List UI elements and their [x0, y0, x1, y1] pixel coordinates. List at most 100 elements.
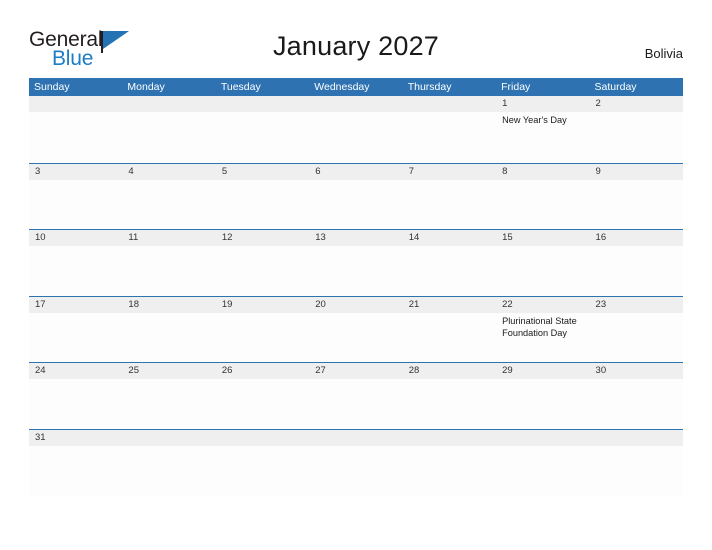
day-number-31[interactable]: 31 — [29, 430, 122, 446]
day-number-16[interactable]: 16 — [590, 230, 683, 246]
day-cell-empty — [403, 246, 496, 296]
day-cell-empty — [29, 180, 122, 230]
day-cell-empty — [216, 246, 309, 296]
day-number-empty — [309, 430, 402, 446]
day-cell-empty — [403, 180, 496, 230]
day-cell-empty — [216, 446, 309, 496]
day-cell-empty — [403, 379, 496, 429]
day-number-19[interactable]: 19 — [216, 297, 309, 313]
day-cell-empty — [122, 379, 215, 429]
calendar-week-row: 24 25 26 27 28 29 30 — [29, 362, 683, 429]
day-number-21[interactable]: 21 — [403, 297, 496, 313]
calendar-week-row: 1 2 New Year's Day — [29, 96, 683, 163]
calendar-week-row: 3456789 — [29, 162, 683, 230]
day-number-empty — [496, 430, 589, 446]
day-number-5[interactable]: 5 — [216, 164, 309, 180]
day-number-20[interactable]: 20 — [309, 297, 402, 313]
day-number-2[interactable]: 2 — [590, 96, 683, 112]
day-cell-empty — [590, 379, 683, 429]
day-number-15[interactable]: 15 — [496, 230, 589, 246]
week-day-number-band: 3456789 — [29, 163, 683, 180]
day-number-empty — [122, 430, 215, 446]
day-number-23[interactable]: 23 — [590, 297, 683, 313]
day-cell-empty — [216, 180, 309, 230]
day-cell-empty — [590, 180, 683, 230]
calendar-grid: Sunday Monday Tuesday Wednesday Thursday Frid… — [29, 78, 683, 496]
day-number-3[interactable]: 3 — [29, 164, 122, 180]
day-number-7[interactable]: 7 — [403, 164, 496, 180]
week-event-band: New Year's Day — [29, 112, 683, 162]
day-number-10[interactable]: 10 — [29, 230, 122, 246]
day-number-27[interactable]: 27 — [309, 363, 402, 379]
day-cell-empty — [403, 112, 496, 162]
weekday-header-friday: Friday — [501, 81, 531, 93]
week-event-band — [29, 446, 683, 496]
day-cell-empty — [309, 446, 402, 496]
page-title: January 2027 — [272, 31, 440, 61]
day-number-6[interactable]: 6 — [309, 164, 402, 180]
week-event-band — [29, 180, 683, 230]
day-cell-empty — [122, 313, 215, 363]
day-number-17[interactable]: 17 — [29, 297, 122, 313]
calendar-week-row: 17 18 19 20 21 22 23 Plurinational State Founda… — [29, 295, 683, 363]
day-cell-empty — [216, 379, 309, 429]
day-cell-empty — [309, 180, 402, 230]
page-header: General Blue January 2027 Bolivia — [0, 0, 712, 76]
day-number-11[interactable]: 11 — [122, 230, 215, 246]
calendar-page: General Blue January 2027 Bolivia Sunday… — [0, 0, 712, 550]
day-cell-empty — [29, 246, 122, 296]
day-number-9[interactable]: 9 — [590, 164, 683, 180]
day-number-29[interactable]: 29 — [496, 363, 589, 379]
day-number-22[interactable]: 22 — [496, 297, 589, 313]
weekday-header-saturday: Saturday — [594, 81, 637, 93]
day-cell-empty — [122, 112, 215, 162]
day-number-26[interactable]: 26 — [216, 363, 309, 379]
week-event-band: Plurinational State Foundation Day — [29, 313, 683, 363]
day-cell-empty — [590, 112, 683, 162]
week-day-number-band: 24 25 26 27 28 29 30 — [29, 363, 683, 380]
day-number-24[interactable]: 24 — [29, 363, 122, 379]
day-cell-empty — [309, 112, 402, 162]
day-number-14[interactable]: 14 — [403, 230, 496, 246]
day-cell-empty — [122, 180, 215, 230]
day-number-empty — [216, 96, 309, 112]
day-cell-empty — [590, 313, 683, 363]
day-number-4[interactable]: 4 — [122, 164, 215, 180]
day-cell-empty — [496, 246, 589, 296]
weekday-header-monday: Monday — [127, 81, 165, 93]
week-event-band — [29, 246, 683, 296]
day-number-empty — [216, 430, 309, 446]
day-cell-empty — [29, 379, 122, 429]
day-number-25[interactable]: 25 — [122, 363, 215, 379]
day-cell-empty — [29, 112, 122, 162]
day-event-22[interactable]: Plurinational State Foundation Day — [496, 313, 589, 363]
day-event-1[interactable]: New Year's Day — [496, 112, 589, 162]
day-number-1[interactable]: 1 — [496, 96, 589, 112]
week-day-number-band: 31 — [29, 429, 683, 446]
day-number-18[interactable]: 18 — [122, 297, 215, 313]
calendar-week-row: 10 11 12 13 14 15 16 — [29, 229, 683, 296]
weekday-header-row: Sunday Monday Tuesday Wednesday Thursday Frid… — [29, 78, 683, 96]
day-cell-empty — [496, 180, 589, 230]
week-day-number-band: 12 — [29, 96, 683, 112]
day-cell-empty — [122, 446, 215, 496]
calendar-weeks: 1 2 New Year's Day 3 4 5 6 7 8 9 10 11 12 13 14 15 16 17 1… — [29, 96, 683, 496]
weekday-header-sunday: Sunday — [34, 81, 70, 93]
day-number-30[interactable]: 30 — [590, 363, 683, 379]
weekday-header-tuesday: Tuesday — [220, 81, 261, 93]
day-number-12[interactable]: 12 — [216, 230, 309, 246]
day-number-empty — [309, 96, 402, 112]
calendar-week-row: 31 — [29, 428, 683, 496]
weekday-header-wednesday: Wednesday — [314, 81, 370, 93]
day-cell-empty — [496, 446, 589, 496]
day-number-8[interactable]: 8 — [496, 164, 589, 180]
day-number-empty — [122, 96, 215, 112]
day-number-empty — [403, 430, 496, 446]
day-cell-empty — [122, 246, 215, 296]
day-number-13[interactable]: 13 — [309, 230, 402, 246]
day-number-28[interactable]: 28 — [403, 363, 496, 379]
day-cell-empty — [309, 246, 402, 296]
day-number-empty — [403, 96, 496, 112]
day-cell-empty — [29, 446, 122, 496]
day-cell-empty — [590, 446, 683, 496]
